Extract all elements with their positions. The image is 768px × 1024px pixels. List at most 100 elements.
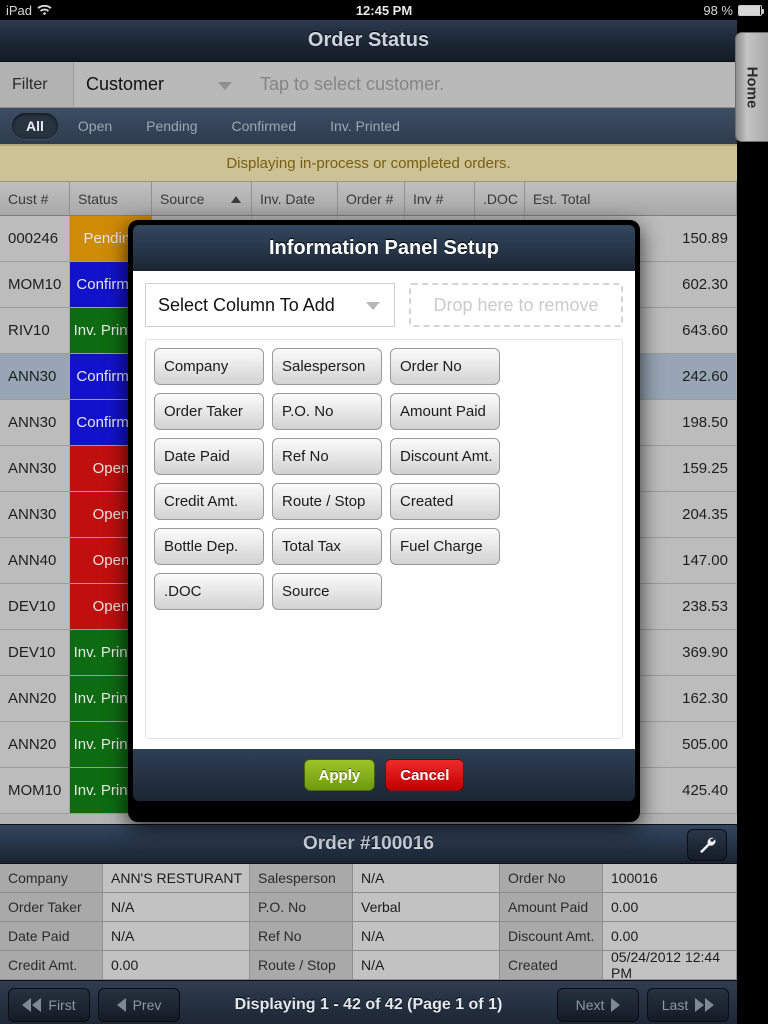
column-header-order[interactable]: Order #	[338, 182, 405, 215]
dialog-footer: Apply Cancel	[133, 749, 635, 801]
cell-cust: ANN30	[0, 446, 70, 491]
last-page-button[interactable]: Last	[647, 987, 729, 1022]
column-chip[interactable]: Order No	[390, 348, 500, 385]
column-chip[interactable]: Amount Paid	[390, 393, 500, 430]
detail-field-label: Date Paid	[0, 922, 103, 951]
detail-field-label: Order No	[500, 864, 603, 893]
column-chip[interactable]: Route / Stop	[272, 483, 382, 520]
home-side-tab[interactable]: Home	[735, 32, 768, 142]
detail-field-value: Verbal	[353, 893, 500, 922]
column-chip[interactable]: Bottle Dep.	[154, 528, 264, 565]
status-tab-open[interactable]: Open	[64, 113, 126, 139]
detail-field-value: 0.00	[603, 922, 737, 951]
detail-row: Company ANN'S RESTURANT Salesperson N/A Orde…	[0, 864, 737, 893]
information-panel-setup-dialog: Information Panel Setup Select Column To…	[128, 220, 640, 822]
cell-cust: MOM10	[0, 262, 70, 307]
home-side-tab-label: Home	[743, 66, 761, 108]
column-chip[interactable]: P.O. No	[272, 393, 382, 430]
filter-type-value: Customer	[86, 74, 165, 94]
column-header-label: Inv. Date	[260, 190, 315, 207]
status-tab-label: All	[26, 118, 44, 134]
column-chip[interactable]: Fuel Charge	[390, 528, 500, 565]
column-chip[interactable]: .DOC	[154, 573, 264, 610]
apply-button[interactable]: Apply	[303, 759, 376, 791]
detail-field-label: Created	[500, 951, 603, 980]
cell-cust: ANN30	[0, 354, 70, 399]
cancel-button[interactable]: Cancel	[385, 759, 465, 791]
first-page-button[interactable]: First	[8, 987, 90, 1022]
column-header-status[interactable]: Status	[70, 182, 152, 215]
arrow-left-icon	[116, 997, 126, 1012]
detail-field-label: Salesperson	[250, 864, 353, 893]
cell-cust: 000246	[0, 216, 70, 261]
select-column-dropdown[interactable]: Select Column To Add	[145, 283, 395, 327]
column-header-inv[interactable]: Inv #	[405, 182, 475, 215]
detail-field-label: Order Taker	[0, 893, 103, 922]
filter-type-select[interactable]: Customer	[74, 62, 250, 107]
ios-status-bar: iPad 12:45 PM 98 %	[0, 0, 768, 20]
column-header-label: Source	[160, 190, 205, 207]
detail-row: Credit Amt. 0.00 Route / Stop N/A Created 05/…	[0, 949, 737, 981]
status-filter-tabs: All Open Pending Confirmed Inv. Printed	[0, 108, 737, 146]
column-chip[interactable]: Date Paid	[154, 438, 264, 475]
table-header-row: Cust # Status Source Inv. Date Order # Inv #.…	[0, 182, 737, 216]
column-chip[interactable]: Order Taker	[154, 393, 264, 430]
app-title-bar: Order Status	[0, 20, 737, 62]
column-header-inv-date[interactable]: Inv. Date	[252, 182, 338, 215]
prev-page-button[interactable]: Prev	[98, 987, 180, 1022]
notice-banner: Displaying in-process or completed order…	[0, 146, 737, 182]
cell-cust: ANN20	[0, 676, 70, 721]
ipad-screen: iPad 12:45 PM 98 % Order Status Filter C…	[0, 0, 768, 1024]
status-tab-confirmed[interactable]: Confirmed	[218, 113, 311, 139]
column-header-cust[interactable]: Cust #	[0, 182, 70, 215]
panel-setup-button[interactable]	[687, 829, 727, 861]
column-header-est-total[interactable]: Est. Total	[525, 182, 737, 215]
detail-field-label: Ref No	[250, 922, 353, 951]
column-chip[interactable]: Discount Amt.	[390, 438, 500, 475]
battery-percent-label: 98 %	[703, 2, 733, 18]
cell-cust: DEV10	[0, 584, 70, 629]
status-tab-label: Inv. Printed	[330, 118, 400, 134]
customer-search-input[interactable]: Tap to select customer.	[250, 62, 737, 107]
detail-row: Date Paid N/A Ref No N/A Discount Amt. 0.00	[0, 922, 737, 951]
detail-panel-header: Order #100016	[0, 824, 737, 864]
column-header-source[interactable]: Source	[152, 182, 252, 215]
column-chip[interactable]: Salesperson	[272, 348, 382, 385]
detail-field-label: Credit Amt.	[0, 951, 103, 980]
column-header-label: Cust #	[8, 190, 49, 207]
column-chip[interactable]: Total Tax	[272, 528, 382, 565]
detail-field-label: P.O. No	[250, 893, 353, 922]
column-chip[interactable]: Ref No	[272, 438, 382, 475]
column-chip[interactable]: Created	[390, 483, 500, 520]
next-page-button[interactable]: Next	[557, 987, 639, 1022]
filter-bar: Filter Customer Tap to select customer.	[0, 62, 737, 108]
status-tab-all[interactable]: All	[12, 113, 58, 139]
filter-label: Filter	[0, 62, 74, 107]
remove-dropzone[interactable]: Drop here to remove	[409, 283, 623, 327]
status-tab-pending[interactable]: Pending	[132, 113, 211, 139]
column-header-doc[interactable]: .DOC	[475, 182, 525, 215]
dialog-body: Select Column To Add Drop here to remove…	[133, 271, 635, 749]
next-page-label: Next	[575, 996, 605, 1013]
column-chip[interactable]: Credit Amt.	[154, 483, 264, 520]
dialog-top-row: Select Column To Add Drop here to remove	[145, 283, 623, 327]
remove-dropzone-label: Drop here to remove	[433, 294, 599, 315]
status-tab-label: Confirmed	[231, 118, 297, 134]
status-tab-label: Open	[77, 118, 113, 134]
cell-cust: ANN30	[0, 400, 70, 445]
status-tab-inv-printed[interactable]: Inv. Printed	[316, 113, 414, 139]
last-page-label: Last	[661, 996, 689, 1013]
select-column-dropdown-value: Select Column To Add	[158, 294, 335, 315]
detail-field-value: 05/24/2012 12:44 PM	[603, 949, 737, 981]
battery-icon	[738, 4, 764, 16]
detail-field-value: 0.00	[103, 951, 250, 980]
status-tab-label: Pending	[146, 118, 198, 134]
column-chip[interactable]: Company	[154, 348, 264, 385]
page-title: Order Status	[307, 29, 430, 51]
column-chip[interactable]: Source	[272, 573, 382, 610]
cell-cust: RIV10	[0, 308, 70, 353]
detail-panel-title: Order #100016	[303, 833, 434, 854]
column-header-label: Order #	[346, 190, 394, 207]
dialog-header: Information Panel Setup	[133, 225, 635, 271]
detail-field-value: N/A	[353, 951, 500, 980]
